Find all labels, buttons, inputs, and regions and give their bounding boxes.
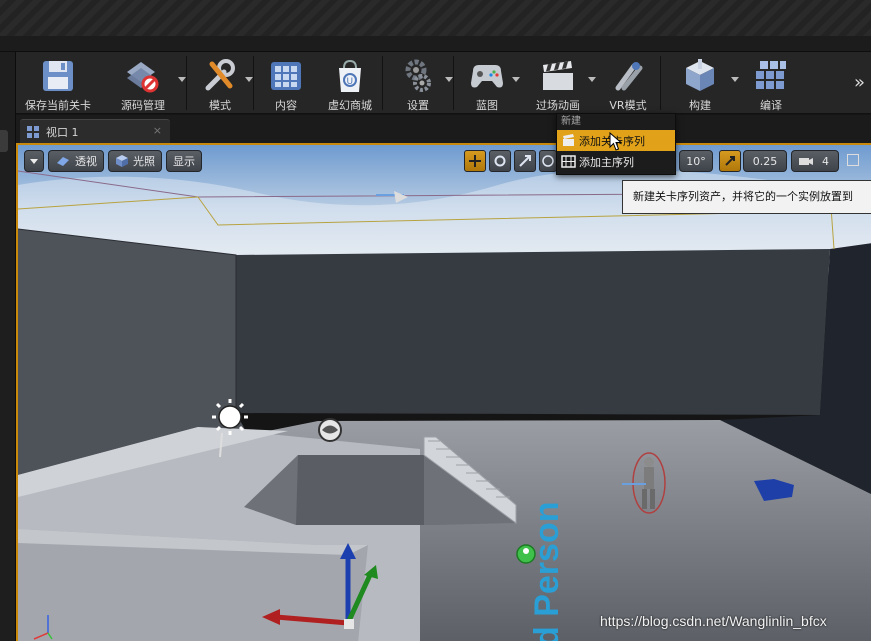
- tab-viewport-1[interactable]: 视口 1 ×: [20, 119, 170, 143]
- source-control-dropdown-caret[interactable]: [178, 77, 186, 82]
- show-button[interactable]: 显示: [166, 150, 202, 172]
- panel-stub[interactable]: [0, 130, 8, 152]
- modes-button[interactable]: 模式: [187, 52, 253, 114]
- perspective-button[interactable]: 透视: [48, 150, 104, 172]
- mouse-cursor-icon: [609, 132, 623, 151]
- clapper-icon: [563, 134, 574, 146]
- modes-dropdown-caret[interactable]: [245, 77, 253, 82]
- modes-icon: [200, 57, 240, 95]
- save-current-level-button[interactable]: 保存当前关卡: [16, 52, 100, 114]
- cinematics-dropdown-menu: 新建 添加关卡序列 添加主序列: [556, 113, 676, 175]
- content-label: 内容: [275, 99, 297, 112]
- reflection-capture-icon[interactable]: [318, 418, 342, 442]
- svg-text:U: U: [347, 77, 354, 87]
- save-icon: [38, 57, 78, 95]
- world-local-icon[interactable]: [539, 150, 557, 172]
- tooltip: 新建关卡序列资产，并将它的一个实例放置到: [622, 180, 871, 214]
- watermark: https://blog.csdn.net/Wanglinlin_bfcx: [600, 613, 827, 629]
- viewport-toolbar: 透视 光照 显示: [24, 150, 202, 172]
- cinematics-dropdown-caret[interactable]: [588, 77, 596, 82]
- camera-icon: [799, 158, 813, 165]
- cinematics-label: 过场动画: [536, 99, 580, 112]
- compile-label: 编译: [760, 99, 782, 112]
- rotation-snap-value[interactable]: 10°: [679, 150, 713, 172]
- maximize-viewport-icon[interactable]: [847, 154, 859, 166]
- cinematics-button[interactable]: 过场动画: [520, 52, 596, 114]
- modes-label: 模式: [209, 99, 231, 112]
- scale-snap-value[interactable]: 0.25: [743, 150, 787, 172]
- floor-text-render[interactable]: d Person: [528, 502, 566, 641]
- viewport-transform-toolbar: [464, 150, 557, 172]
- marketplace-label: 虚幻商城: [328, 99, 372, 112]
- svg-text:d Person: d Person: [528, 502, 566, 641]
- blueprints-button[interactable]: 蓝图: [454, 52, 520, 114]
- settings-button[interactable]: 设置: [383, 52, 453, 114]
- settings-icon: [398, 57, 438, 95]
- content-icon: [266, 57, 306, 95]
- marketplace-button[interactable]: U 虚幻商城: [318, 52, 382, 114]
- build-label: 构建: [689, 99, 711, 112]
- viewport-scene: d Person: [18, 145, 871, 641]
- blueprints-dropdown-caret[interactable]: [512, 77, 520, 82]
- scale-mode-icon[interactable]: [514, 150, 536, 172]
- viewport-tab-row: 视口 1 ×: [16, 115, 871, 143]
- left-panel-edge: [0, 52, 16, 641]
- camera-speed-button[interactable]: 4: [791, 150, 839, 172]
- vr-mode-label: VR模式: [609, 99, 647, 112]
- menu-item-add-level-sequence[interactable]: 添加关卡序列: [557, 130, 675, 151]
- source-control-label: 源码管理: [121, 99, 165, 112]
- level-viewport[interactable]: d Person 透视 光照 显示 10° 0.25 4: [16, 143, 871, 641]
- tab-label: 视口 1: [46, 125, 79, 139]
- menu-item-add-master-sequence[interactable]: 添加主序列: [557, 151, 675, 172]
- blueprints-label: 蓝图: [476, 99, 498, 112]
- cinematics-icon: [538, 57, 578, 95]
- scale-snap-icon[interactable]: [719, 150, 741, 172]
- main-toolbar: 保存当前关卡 源码管理 模式 内容 U 虚幻商城 设置 蓝图 过场动画 VR模式…: [16, 52, 871, 114]
- perspective-cube-icon: [57, 157, 69, 166]
- viewport-options-button[interactable]: [24, 150, 44, 172]
- menu-section-header: 新建: [561, 116, 581, 127]
- content-button[interactable]: 内容: [254, 52, 318, 114]
- translate-mode-icon[interactable]: [464, 150, 486, 172]
- settings-label: 设置: [407, 99, 429, 112]
- settings-dropdown-caret[interactable]: [445, 77, 453, 82]
- close-icon[interactable]: ×: [153, 124, 162, 137]
- vr-mode-button[interactable]: VR模式: [596, 52, 660, 114]
- title-bar: [0, 0, 871, 36]
- blueprint-icon: [467, 57, 507, 95]
- source-control-button[interactable]: 源码管理: [100, 52, 186, 114]
- filmstrip-icon: [561, 155, 576, 168]
- rotate-mode-icon[interactable]: [489, 150, 511, 172]
- build-button[interactable]: 构建: [661, 52, 739, 114]
- vr-mode-icon: [608, 57, 648, 95]
- chevron-down-icon: [30, 158, 38, 164]
- lit-button[interactable]: 光照: [108, 150, 162, 172]
- save-current-level-label: 保存当前关卡: [25, 99, 91, 112]
- lit-cube-icon: [116, 155, 128, 167]
- marketplace-icon: U: [330, 57, 370, 95]
- compile-button[interactable]: 编译: [739, 52, 803, 114]
- viewport-grid-icon: [27, 125, 39, 138]
- source-control-icon: [123, 57, 163, 95]
- title-strip: [0, 36, 871, 52]
- build-icon: [680, 57, 720, 95]
- toolbar-overflow-button[interactable]: »: [854, 72, 865, 93]
- build-dropdown-caret[interactable]: [731, 77, 739, 82]
- compile-icon: [751, 57, 791, 95]
